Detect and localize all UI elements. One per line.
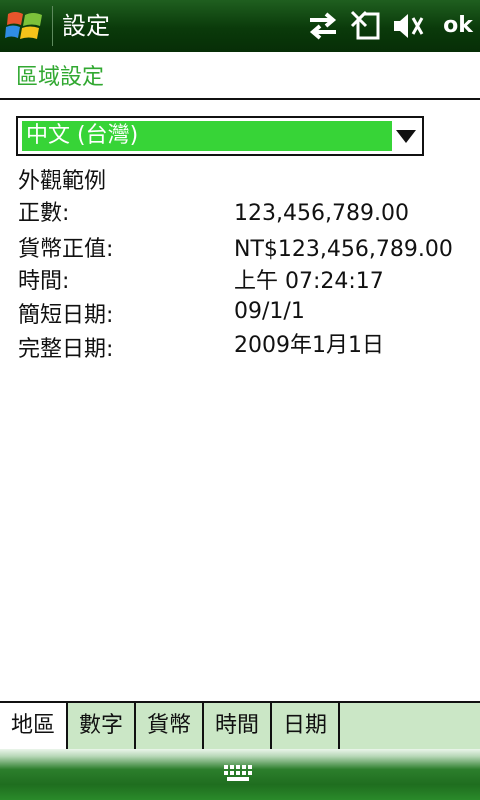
tab-region[interactable]: 地區 bbox=[0, 703, 68, 749]
tab-date[interactable]: 日期 bbox=[272, 703, 340, 749]
windows-start-icon bbox=[5, 12, 42, 39]
locale-dropdown[interactable]: 中文 (台灣) bbox=[16, 116, 424, 156]
short-date-label: 簡短日期: bbox=[18, 303, 114, 328]
long-date-label: 完整日期: bbox=[18, 337, 114, 362]
tab-number[interactable]: 數字 bbox=[68, 703, 136, 749]
chevron-down-icon bbox=[396, 130, 416, 143]
soft-key-bar bbox=[0, 749, 480, 800]
keyboard-icon[interactable] bbox=[223, 763, 257, 785]
tab-bar: 地區 數字 貨幣 時間 日期 bbox=[0, 701, 480, 749]
app-title: 設定 bbox=[62, 12, 110, 40]
connectivity-icon[interactable] bbox=[306, 10, 340, 42]
sample-heading: 外觀範例 bbox=[18, 169, 107, 194]
start-button[interactable] bbox=[0, 0, 52, 52]
currency-value: NT$123,456,789.00 bbox=[234, 237, 453, 262]
ok-button[interactable]: ok bbox=[436, 6, 480, 46]
speaker-muted-icon[interactable] bbox=[392, 10, 426, 42]
time-value: 上午 07:24:17 bbox=[234, 269, 384, 294]
long-date-value: 2009年1月1日 bbox=[234, 333, 384, 358]
locale-selected-value: 中文 (台灣) bbox=[22, 121, 392, 151]
time-label: 時間: bbox=[18, 269, 70, 294]
header-divider bbox=[0, 98, 480, 100]
no-sim-icon[interactable] bbox=[350, 10, 384, 42]
currency-label: 貨幣正值: bbox=[18, 237, 114, 262]
page-title: 區域設定 bbox=[16, 65, 105, 90]
number-value: 123,456,789.00 bbox=[234, 201, 409, 226]
number-label: 正數: bbox=[18, 201, 70, 226]
short-date-value: 09/1/1 bbox=[234, 299, 305, 324]
tab-currency[interactable]: 貨幣 bbox=[136, 703, 204, 749]
title-separator bbox=[52, 6, 53, 46]
title-bar: 設定 ok bbox=[0, 0, 480, 52]
tab-time[interactable]: 時間 bbox=[204, 703, 272, 749]
